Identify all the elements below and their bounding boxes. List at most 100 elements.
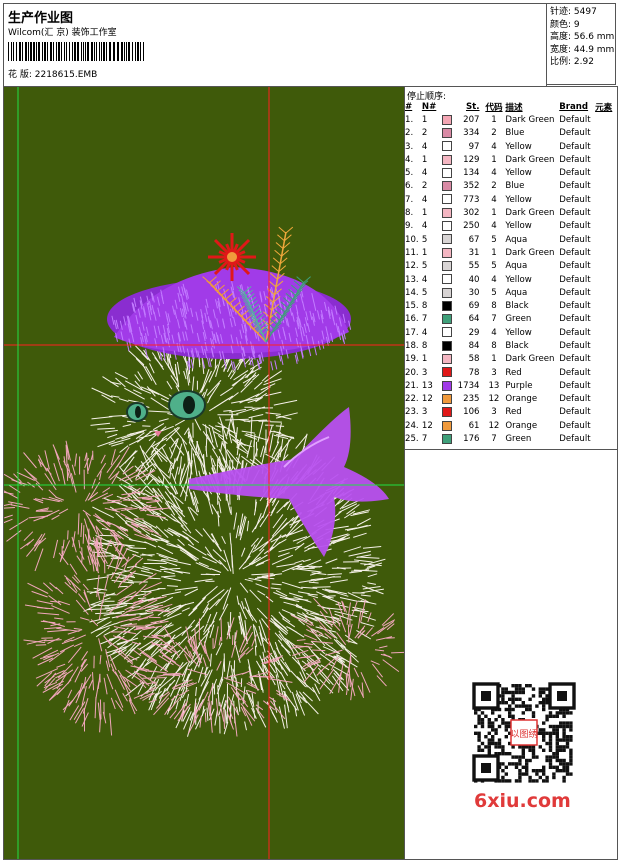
row-index: 3. [405,141,414,152]
row-index: 15. [405,301,419,312]
row-brand: Default [559,221,591,232]
row-stitches: 97 [468,141,480,152]
row-code: 1 [491,354,497,365]
site-watermark: 6xiu.com [474,790,571,812]
design-width: 宽度: 44.9 mm [550,44,615,55]
table-row[interactable]: 15. 8 69 8 Black Default [405,299,617,312]
color-swatch [441,274,452,285]
table-row[interactable]: 24. 12 61 12 Orange Default [405,419,617,432]
row-element [595,379,617,392]
row-stitches: 55 [468,261,480,272]
color-swatch [441,354,452,365]
row-description: Green [505,434,532,445]
row-index: 22. [405,394,419,405]
table-row[interactable]: 21. 13 1734 13 Purple Default [405,379,617,392]
row-description: Yellow [505,194,532,205]
row-element [595,393,617,406]
table-row[interactable]: 5. 4 134 4 Yellow Default [405,166,617,179]
row-swatch [441,353,458,366]
qr-code: 以图绣 [470,680,578,785]
row-description: Dark Green [505,208,555,219]
row-stitches: 84 [468,340,480,351]
row-swatch [441,273,458,286]
table-row[interactable]: 6. 2 352 2 Blue Default [405,180,617,193]
row-stitches: 134 [463,168,480,179]
row-brand: Default [559,274,591,285]
row-element [595,233,617,246]
table-row[interactable]: 10. 5 67 5 Aqua Default [405,233,617,246]
table-row[interactable]: 14. 5 30 5 Aqua Default [405,286,617,299]
row-swatch [441,299,458,312]
row-code: 8 [491,301,497,312]
color-count: 颜色: 9 [550,19,580,30]
table-row[interactable]: 13. 4 40 4 Yellow Default [405,273,617,286]
table-row[interactable]: 12. 5 55 5 Aqua Default [405,260,617,273]
table-row[interactable]: 22. 12 235 12 Orange Default [405,393,617,406]
row-element [595,299,617,312]
table-row[interactable]: 7. 4 773 4 Yellow Default [405,193,617,206]
row-stitches: 61 [468,420,480,431]
row-index: 20. [405,367,419,378]
color-swatch [441,141,452,152]
col-needle: N# [421,101,437,112]
table-row[interactable]: 11. 1 31 1 Dark Green Default [405,246,617,259]
row-needle: 7 [421,434,428,445]
row-brand: Default [559,128,591,139]
row-code: 12 [488,420,500,431]
row-description: Yellow [505,327,532,338]
row-needle: 4 [421,327,428,338]
row-swatch [441,220,458,233]
row-description: Red [505,407,522,418]
row-needle: 12 [421,394,433,405]
row-element [595,419,617,432]
embroidery-canvas [4,87,404,859]
design-height: 高度: 56.6 mm [550,32,615,43]
table-row[interactable]: 3. 4 97 4 Yellow Default [405,140,617,153]
col-element: 元素 [595,102,613,113]
row-brand: Default [559,354,591,365]
row-description: Yellow [505,141,532,152]
table-row[interactable]: 19. 1 58 1 Dark Green Default [405,353,617,366]
row-description: Orange [505,394,538,405]
row-element [595,406,617,419]
row-code: 1 [491,208,497,219]
row-swatch [441,326,458,339]
row-needle: 8 [421,340,428,351]
row-description: Red [505,367,522,378]
row-brand: Default [559,154,591,165]
table-row[interactable]: 1. 1 207 1 Dark Green Default [405,113,617,126]
row-code: 3 [491,367,497,378]
table-row[interactable]: 23. 3 106 3 Red Default [405,406,617,419]
row-brand: Default [559,407,591,418]
row-code: 4 [491,194,497,205]
row-stitches: 773 [463,194,480,205]
row-index: 7. [405,194,414,205]
row-index: 21. [405,380,419,391]
row-swatch [441,419,458,432]
color-swatch [441,287,452,298]
row-description: Dark Green [505,354,555,365]
col-stitches: St. [465,101,480,112]
table-row[interactable]: 25. 7 176 7 Green Default [405,432,617,445]
color-swatch [441,194,452,205]
row-element [595,313,617,326]
row-swatch [441,127,458,140]
color-swatch [441,420,452,431]
col-swatch [442,100,458,113]
table-row[interactable]: 20. 3 78 3 Red Default [405,366,617,379]
table-row[interactable]: 8. 1 302 1 Dark Green Default [405,206,617,219]
color-swatch [441,407,452,418]
table-row[interactable]: 18. 8 84 8 Black Default [405,339,617,352]
col-index: # [405,101,413,112]
table-row[interactable]: 17. 4 29 4 Yellow Default [405,326,617,339]
table-row[interactable]: 4. 1 129 1 Dark Green Default [405,153,617,166]
table-row[interactable]: 2. 2 334 2 Blue Default [405,127,617,140]
row-stitches: 235 [463,394,480,405]
row-needle: 5 [421,287,428,298]
row-needle: 4 [421,221,428,232]
table-row[interactable]: 16. 7 64 7 Green Default [405,313,617,326]
embroidery-preview[interactable] [3,86,405,860]
row-swatch [441,153,458,166]
cat-pupil-left [135,406,141,418]
table-row[interactable]: 9. 4 250 4 Yellow Default [405,220,617,233]
